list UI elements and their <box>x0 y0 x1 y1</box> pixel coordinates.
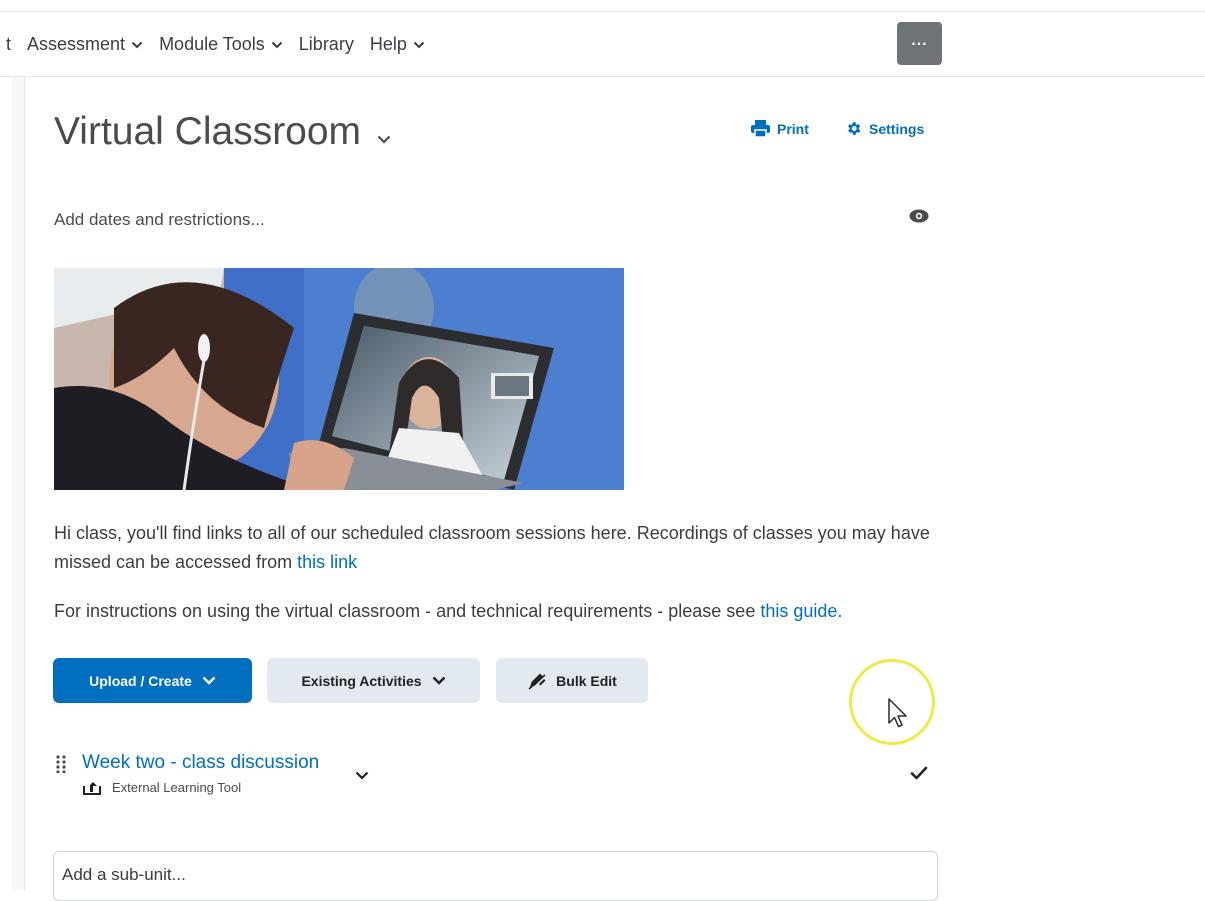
sub-unit-field-container <box>53 851 938 901</box>
print-label: Print <box>777 120 809 137</box>
checkmark-icon <box>910 766 928 780</box>
guide-link[interactable]: this guide. <box>760 601 842 621</box>
add-sub-unit-input[interactable] <box>60 864 914 886</box>
nav-item-partial[interactable]: t <box>6 34 11 55</box>
left-panel-edge <box>12 77 25 890</box>
chevron-down-icon[interactable] <box>377 135 391 144</box>
settings-button[interactable]: Settings <box>845 120 924 137</box>
chevron-down-icon <box>413 41 425 48</box>
printer-icon <box>751 120 770 137</box>
upload-create-button[interactable]: Upload / Create <box>53 658 252 703</box>
more-options-button[interactable]: ... <box>897 22 942 65</box>
topic-title-link[interactable]: Week two - class discussion <box>82 752 319 774</box>
nav-item-library[interactable]: Library <box>299 34 354 55</box>
intro-text: Hi class, you'll find links to all of ou… <box>54 523 930 572</box>
chevron-down-icon[interactable] <box>355 771 369 780</box>
nav-item-assessment[interactable]: Assessment <box>27 34 143 55</box>
drag-handle-icon[interactable] <box>55 755 67 773</box>
chevron-down-icon <box>131 41 143 48</box>
bulk-edit-label: Bulk Edit <box>556 672 617 689</box>
nav-item-label: Assessment <box>27 34 126 54</box>
nav-item-label: t <box>6 34 12 54</box>
instructions-text: For instructions on using the virtual cl… <box>54 601 761 621</box>
recordings-link[interactable]: this link <box>297 552 357 572</box>
nav-item-label: Help <box>369 34 407 54</box>
eye-icon[interactable] <box>909 209 929 223</box>
settings-label: Settings <box>869 120 925 137</box>
nav-item-label: Module Tools <box>159 34 265 54</box>
bulk-edit-button[interactable]: Bulk Edit <box>496 658 648 703</box>
chevron-down-icon <box>432 676 445 685</box>
top-navbar: t Assessment Module Tools Library Help .… <box>0 12 1205 77</box>
instructions-paragraph: For instructions on using the virtual cl… <box>54 597 944 626</box>
mouse-cursor-icon <box>888 698 907 728</box>
existing-activities-label: Existing Activities <box>301 672 422 689</box>
chevron-down-icon <box>271 41 283 48</box>
intro-paragraph: Hi class, you'll find links to all of ou… <box>54 519 944 577</box>
existing-activities-button[interactable]: Existing Activities <box>267 658 480 703</box>
nav-item-label: Library <box>298 34 354 54</box>
video-call-illustration <box>54 268 624 490</box>
hero-image <box>54 268 624 490</box>
topic-type: External Learning Tool <box>82 779 241 796</box>
pencil-icon <box>528 673 546 690</box>
topic-type-label: External Learning Tool <box>112 780 242 795</box>
chevron-down-icon <box>202 676 216 685</box>
external-tool-icon <box>83 782 101 795</box>
add-dates-link[interactable]: Add dates and restrictions... <box>54 210 265 230</box>
nav-item-help[interactable]: Help <box>370 34 425 55</box>
gear-icon <box>848 122 861 135</box>
page-title: Virtual Classroom <box>54 110 362 153</box>
print-button[interactable]: Print <box>751 120 809 137</box>
more-icon: ... <box>911 31 928 49</box>
module-title[interactable]: Virtual Classroom <box>54 108 391 156</box>
nav-item-module-tools[interactable]: Module Tools <box>159 34 283 55</box>
upload-create-label: Upload / Create <box>89 672 192 689</box>
nav-menu: t Assessment Module Tools Library Help <box>6 34 441 55</box>
